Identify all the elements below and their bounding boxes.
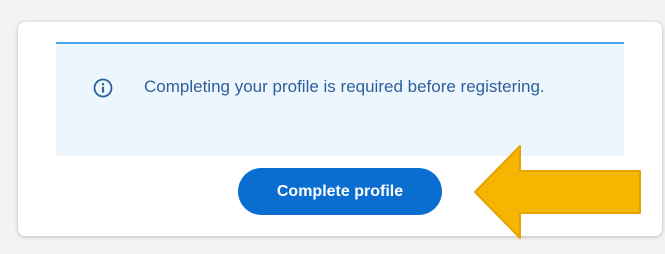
info-icon	[93, 78, 113, 98]
arrow-left-icon	[468, 140, 645, 244]
info-notice: Completing your profile is required befo…	[56, 42, 624, 156]
complete-profile-button[interactable]: Complete profile	[238, 168, 442, 215]
notice-message: Completing your profile is required befo…	[144, 77, 545, 96]
